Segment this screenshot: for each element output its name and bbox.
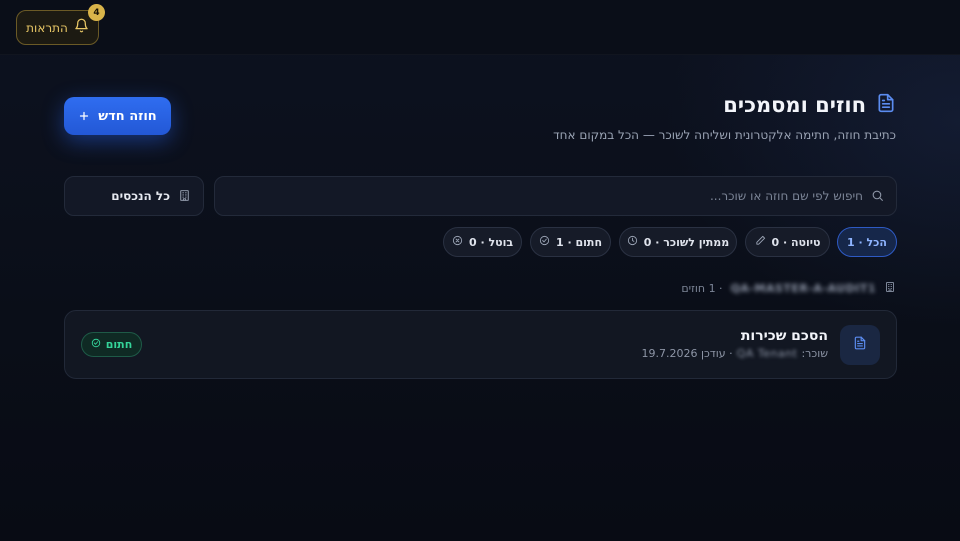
property-group-header: QA-MASTER-A-AUDIT1 · 1 חוזים bbox=[681, 281, 896, 296]
notifications-label: התראות bbox=[26, 20, 68, 35]
filter-chip-signed[interactable]: חתום · 1 bbox=[530, 227, 611, 257]
filter-chip-cancelled-label: בוטל · 0 bbox=[468, 235, 514, 249]
new-contract-label: חוזה חדש bbox=[98, 108, 157, 124]
property-filter-select[interactable]: כל הנכסים bbox=[64, 176, 204, 216]
document-icon bbox=[853, 335, 867, 355]
property-group-name: QA-MASTER-A-AUDIT1 bbox=[730, 282, 876, 295]
top-bar bbox=[0, 0, 960, 55]
tenant-name: QA Tenant bbox=[736, 347, 798, 360]
search-input[interactable] bbox=[263, 189, 863, 203]
property-filter-label: כל הנכסים bbox=[111, 189, 170, 203]
clock-icon bbox=[627, 235, 638, 249]
filter-chip-pending-tenant[interactable]: ממתין לשוכר · 0 bbox=[619, 227, 737, 257]
filter-chip-signed-label: חתום · 1 bbox=[556, 235, 603, 249]
filter-chip-pending-label: ממתין לשוכר · 0 bbox=[643, 235, 730, 249]
tenant-prefix: שוכר: bbox=[801, 347, 828, 360]
bell-icon bbox=[74, 18, 89, 37]
filter-chip-draft[interactable]: טיוטה · 0 bbox=[745, 227, 830, 257]
contract-meta: שוכר: QA Tenant · עודכן 19.7.2026 bbox=[641, 347, 828, 360]
page-header: חוזים ומסמכים bbox=[723, 92, 896, 118]
property-group-count: · 1 חוזים bbox=[681, 282, 723, 295]
document-icon bbox=[876, 92, 896, 118]
building-icon bbox=[884, 281, 896, 296]
page-subtitle: כתיבת חוזה, חתימה אלקטרונית ושליחה לשוכר… bbox=[553, 128, 896, 142]
status-label: חתום bbox=[105, 338, 133, 351]
search-field[interactable] bbox=[214, 176, 897, 216]
filter-chip-draft-label: טיוטה · 0 bbox=[771, 235, 821, 249]
x-circle-icon bbox=[452, 235, 463, 249]
contract-title: הסכם שכירות bbox=[740, 328, 828, 344]
new-contract-button[interactable]: חוזה חדש bbox=[64, 97, 171, 135]
contract-document-tile bbox=[840, 325, 880, 365]
updated-date: · עודכן 19.7.2026 bbox=[641, 347, 733, 360]
pencil-icon bbox=[755, 235, 766, 249]
filter-chip-all[interactable]: הכל · 1 bbox=[837, 227, 897, 257]
notifications-count-badge: 4 bbox=[88, 4, 105, 21]
page-title: חוזים ומסמכים bbox=[723, 93, 866, 117]
check-circle-icon bbox=[539, 235, 550, 249]
plus-icon bbox=[78, 107, 90, 126]
notifications-button[interactable]: התראות bbox=[16, 10, 99, 45]
check-circle-icon bbox=[91, 338, 101, 351]
search-icon bbox=[871, 187, 884, 206]
filter-chip-cancelled[interactable]: בוטל · 0 bbox=[443, 227, 522, 257]
status-badge: חתום bbox=[81, 332, 142, 357]
filter-chip-all-label: הכל · 1 bbox=[847, 235, 887, 249]
building-icon bbox=[178, 187, 191, 206]
contract-card[interactable]: הסכם שכירות שוכר: QA Tenant · עודכן 19.7… bbox=[64, 310, 897, 379]
